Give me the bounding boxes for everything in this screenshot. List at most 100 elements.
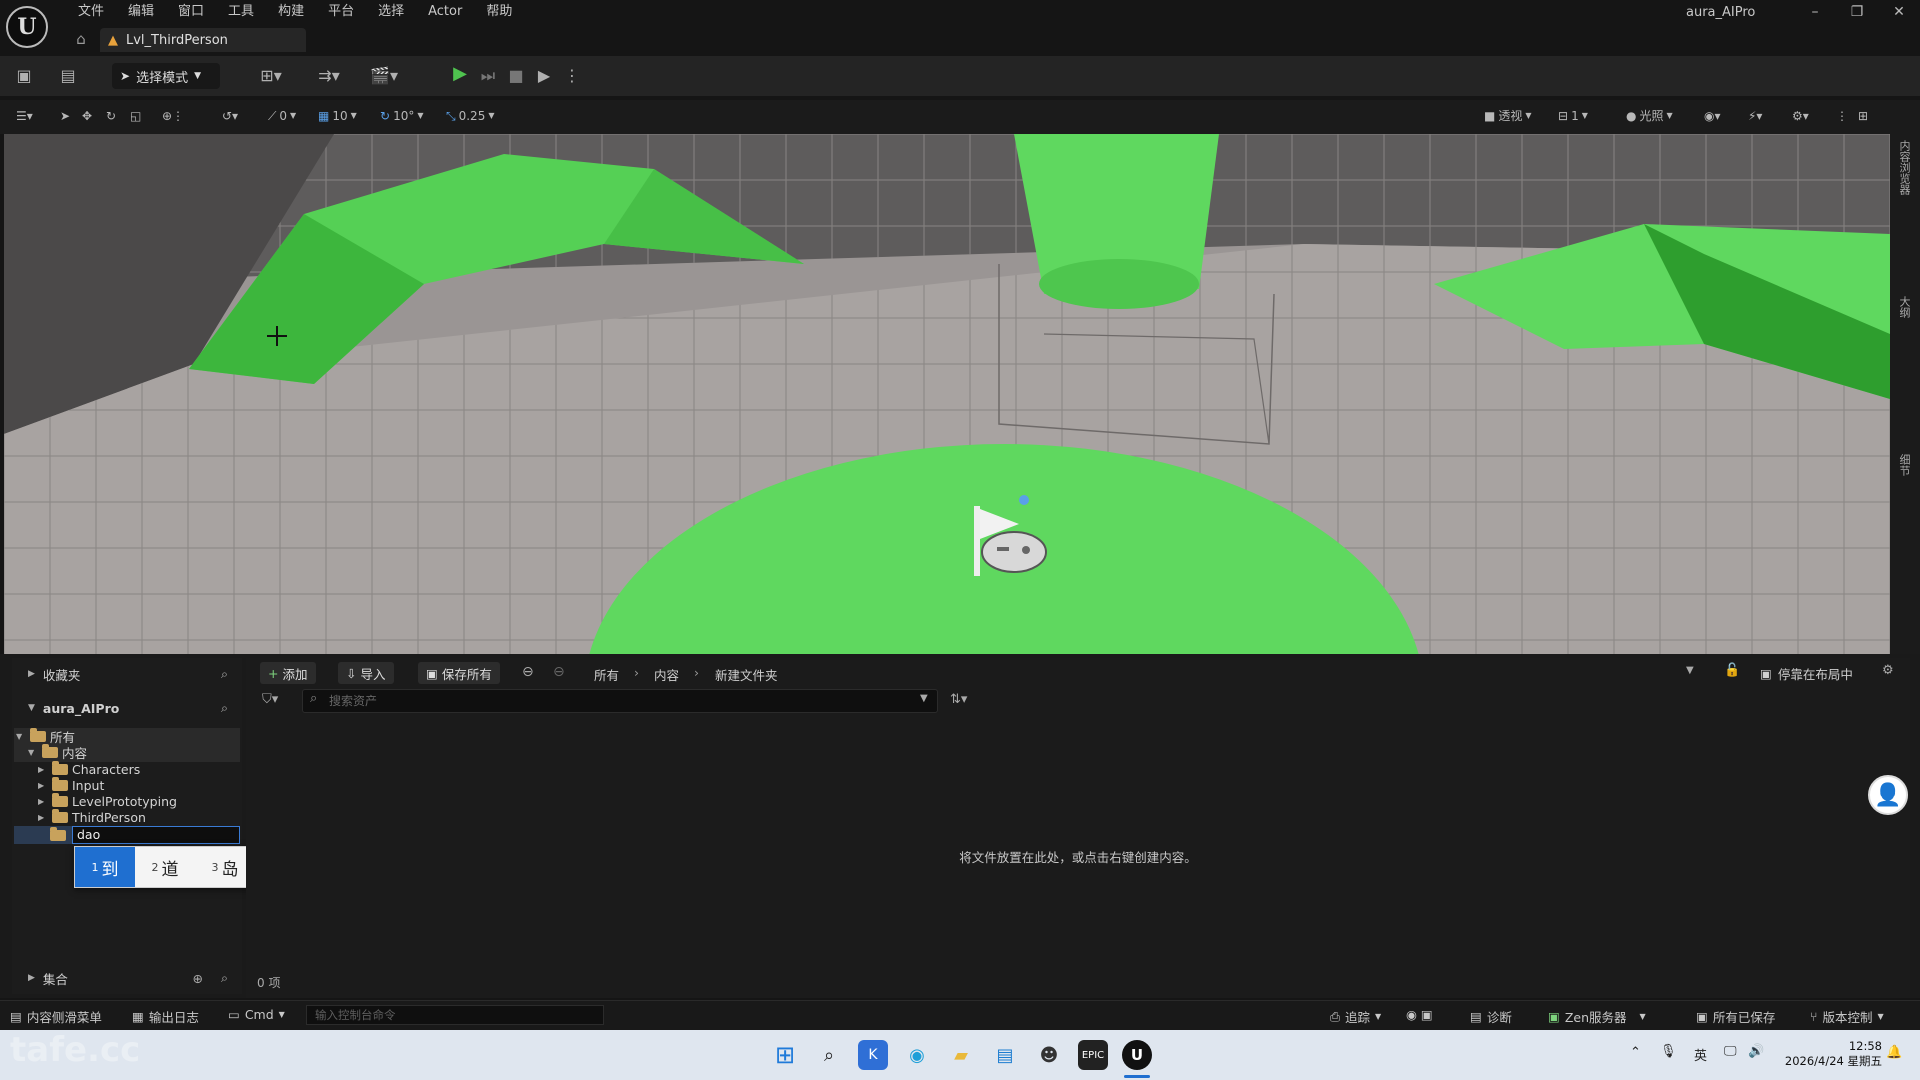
menu-select[interactable]: 选择 [366, 0, 416, 24]
scale-tool-icon[interactable]: ◱ [130, 107, 141, 125]
search-icon[interactable]: ⌕ [814, 1040, 844, 1070]
cinematics-icon[interactable]: 🎬▾ [366, 66, 402, 86]
version-control-dropdown[interactable]: ⑂ 版本控制 ▼ [1810, 1007, 1884, 1026]
notification-bell-icon[interactable]: 🔔 [1886, 1045, 1902, 1060]
minimize-button[interactable]: – [1794, 0, 1836, 24]
menu-build[interactable]: 构建 [266, 0, 316, 24]
trace-dropdown[interactable]: ⎙ 追踪 ▼ [1330, 1007, 1381, 1026]
all-saved-status[interactable]: ▣ 所有已保存 [1696, 1007, 1775, 1026]
breadcrumb-content[interactable]: 内容 [654, 665, 679, 684]
clock[interactable]: 12:58 2026/4/24 星期五 [1782, 1039, 1882, 1069]
add-collection-icon[interactable]: ⊕ [193, 971, 203, 986]
character-app-icon[interactable]: ☻ [1034, 1040, 1064, 1070]
world-space-icon[interactable]: ⊕⋮ [162, 107, 184, 125]
tree-item-content[interactable]: ▼ 内容 [28, 743, 87, 761]
menu-tools[interactable]: 工具 [216, 0, 266, 24]
ime-language-indicator[interactable]: 英 [1694, 1045, 1707, 1064]
file-explorer-icon[interactable]: ▰ [946, 1040, 976, 1070]
folder-rename-input[interactable]: dao [72, 826, 240, 844]
home-icon[interactable]: ⌂ [72, 30, 90, 48]
project-root-header[interactable]: ▼ aura_AIPro ⌕ [12, 693, 242, 723]
tree-item-levelprototyping[interactable]: ▶ LevelPrototyping [38, 792, 177, 809]
search-icon[interactable]: ⌕ [221, 666, 228, 682]
menu-actor[interactable]: Actor [416, 0, 474, 24]
rotate-snap[interactable]: ⟋ 0 ▼ [268, 107, 296, 125]
viewport-more-icon[interactable]: ⋮ [1836, 107, 1848, 125]
tray-chevron-up-icon[interactable]: ⌃ [1630, 1045, 1641, 1060]
maximize-button[interactable]: ❐ [1836, 0, 1878, 24]
content-drawer-button[interactable]: ▤ 内容侧滑菜单 [10, 1007, 102, 1026]
stop-icon[interactable]: ■ [506, 66, 526, 86]
menu-window[interactable]: 窗口 [166, 0, 216, 24]
performance-icon[interactable]: ⚡▾ [1748, 107, 1762, 125]
collections-header[interactable]: ▶ 集合 ⊕ ⌕ [12, 963, 242, 993]
breadcrumb-new-folder[interactable]: 新建文件夹 [715, 665, 778, 684]
unreal-logo-icon[interactable]: U [6, 6, 48, 48]
rotate-tool-icon[interactable]: ↻ [106, 107, 116, 125]
zen-server-dropdown[interactable]: ▣ Zen服务器 ▼ [1548, 1007, 1646, 1026]
search-icon[interactable]: ⌕ [221, 970, 228, 986]
diagnose-button[interactable]: ▤ 诊断 [1470, 1007, 1512, 1026]
microphone-icon[interactable]: 🎙 [1660, 1044, 1677, 1059]
breadcrumb-all[interactable]: 所有 [594, 665, 619, 684]
menu-file[interactable]: 文件 [66, 0, 116, 24]
asset-search-input[interactable]: 搜索资产 [302, 689, 938, 713]
notepad-icon[interactable]: ▤ [990, 1040, 1020, 1070]
filter-icon[interactable]: ⛉▾ [262, 692, 278, 707]
import-button[interactable]: ⇩ 导入 [338, 662, 394, 684]
eject-icon[interactable]: ▶ [534, 66, 554, 86]
search-icon[interactable]: ⌕ [221, 700, 228, 716]
content-browser-icon[interactable]: ▤ [58, 66, 78, 86]
tree-item-input[interactable]: ▶ Input [38, 776, 104, 793]
menu-platform[interactable]: 平台 [316, 0, 366, 24]
epic-games-icon[interactable]: EPIC [1078, 1040, 1108, 1070]
save-icon[interactable]: ▣ [14, 66, 34, 86]
menu-edit[interactable]: 编辑 [116, 0, 166, 24]
viewport-options-icon[interactable]: ☰▾ [16, 107, 33, 125]
show-eye-icon[interactable]: ◉▾ [1704, 107, 1721, 125]
ime-candidate-2[interactable]: 2道 [135, 847, 195, 887]
view-mode-dropdown[interactable]: ■ 透视 ▼ [1484, 107, 1532, 125]
windows-start-icon[interactable]: ⊞ [770, 1040, 800, 1070]
back-arrow-icon[interactable]: ⊖ [522, 664, 534, 680]
output-log-button[interactable]: ▦ 输出日志 [132, 1007, 199, 1026]
grid-snap[interactable]: ▦ 10 ▼ [318, 107, 357, 125]
edge-browser-icon[interactable]: ◉ [902, 1040, 932, 1070]
side-tab-details[interactable]: 细节 [1896, 454, 1912, 476]
play-icon[interactable]: ▶ [450, 64, 470, 84]
ime-candidate-1[interactable]: 1到 [75, 847, 135, 887]
record-icon[interactable]: ◉ ▣ [1406, 1007, 1433, 1022]
app-icon[interactable]: K [858, 1040, 888, 1070]
search-history-chevron-icon[interactable]: ▼ [920, 693, 928, 704]
save-all-button[interactable]: ▣ 保存所有 [418, 662, 500, 684]
add-actor-icon[interactable]: ⊞▾ [256, 66, 286, 86]
side-tab-outliner[interactable]: 大纲 [1896, 296, 1912, 318]
screen-percentage[interactable]: ⊟ 1 ▼ [1558, 107, 1588, 125]
sort-icon[interactable]: ⇅▾ [950, 692, 967, 707]
avatar[interactable]: 👤 [1868, 775, 1908, 815]
console-command-input[interactable]: 输入控制台命令 [306, 1005, 604, 1025]
lighting-dropdown[interactable]: ● 光照 ▼ [1626, 107, 1673, 125]
lock-icon[interactable]: 🔓 [1724, 663, 1740, 678]
menu-help[interactable]: 帮助 [474, 0, 524, 24]
more-options-icon[interactable]: ⋮ [564, 66, 580, 86]
scale-snap[interactable]: ⤡ 0.25 ▼ [446, 107, 494, 125]
level-tab[interactable]: ▲ Lvl_ThirdPerson [100, 28, 306, 52]
side-tab-content-browser[interactable]: 内容浏览器 [1896, 140, 1912, 195]
unreal-engine-taskbar-icon[interactable]: U [1122, 1040, 1152, 1070]
settings-gear-icon[interactable]: ⚙▾ [1792, 107, 1809, 125]
blueprint-icon[interactable]: ⇉▾ [312, 66, 346, 86]
surface-snap[interactable]: ↺▾ [222, 107, 238, 125]
layout-icon[interactable]: ⊞ [1858, 107, 1868, 125]
volume-icon[interactable]: 🔊 [1748, 1044, 1764, 1059]
add-button[interactable]: + 添加 [260, 662, 316, 684]
tree-item-characters[interactable]: ▶ Characters [38, 760, 140, 777]
step-icon[interactable]: ⏭ [478, 66, 498, 86]
network-icon[interactable]: 🖵 [1724, 1044, 1737, 1059]
settings-gear-icon[interactable]: ⚙ [1882, 663, 1894, 678]
select-mode-dropdown[interactable]: ➤ 选择模式 ▼ [112, 63, 220, 89]
move-tool-icon[interactable]: ✥ [82, 107, 92, 125]
favorites-header[interactable]: ▶ 收藏夹 ⌕ [12, 659, 242, 689]
tree-item-thirdperson[interactable]: ▶ ThirdPerson [38, 808, 146, 825]
path-dropdown-chevron-icon[interactable]: ▼ [1686, 665, 1694, 676]
